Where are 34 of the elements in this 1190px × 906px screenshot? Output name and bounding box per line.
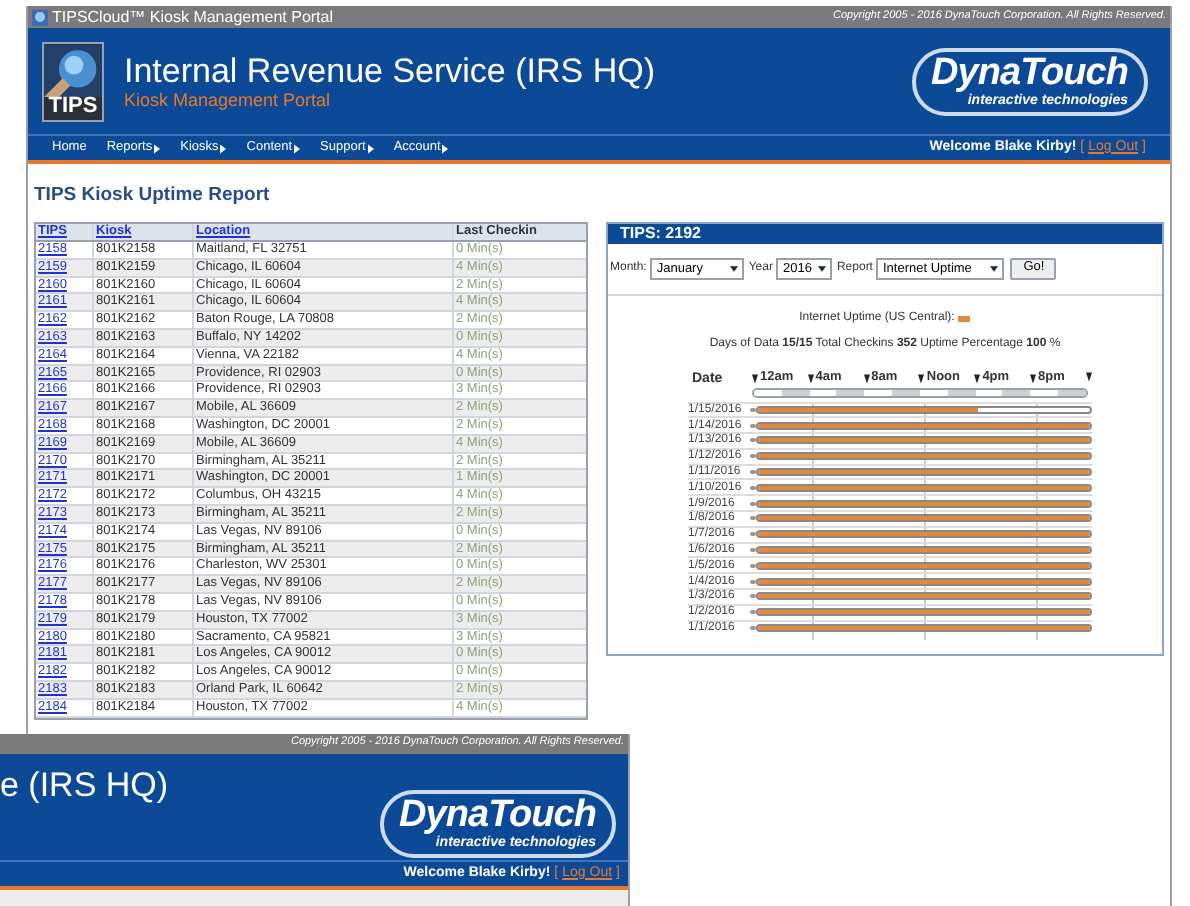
row-marker (750, 610, 756, 615)
tick-marker-icon (1085, 372, 1092, 382)
tick-marker-icon (807, 373, 814, 384)
row-marker (750, 407, 756, 412)
tick-marker-icon (863, 373, 870, 384)
row-marker (750, 470, 756, 475)
panel-title: TIPS: 2192 (608, 224, 1162, 244)
row-marker (750, 454, 756, 459)
row-marker (750, 563, 756, 568)
row-marker (750, 438, 756, 443)
tick-marker-icon (974, 373, 981, 384)
tick-marker-icon (752, 373, 758, 384)
legend-swatch (958, 316, 971, 322)
site-title: e (IRS HQ) (0, 766, 169, 804)
row-marker (750, 626, 756, 631)
site-title: Internal Revenue Service (IRS HQ) (124, 51, 657, 89)
row-marker (750, 579, 756, 584)
row-marker (750, 501, 756, 506)
site-subtitle: Kiosk Management Portal (124, 89, 333, 111)
row-marker (750, 594, 756, 599)
tick-marker-icon (1029, 373, 1036, 384)
row-marker (750, 423, 756, 428)
row-marker (750, 516, 756, 521)
caret-icon (990, 266, 999, 272)
row-marker (750, 532, 756, 537)
row-marker (750, 548, 756, 553)
page-title: TIPS Kiosk Uptime Report (34, 184, 272, 206)
logo-text: TIPS (48, 93, 98, 117)
tick-marker-icon (918, 373, 925, 384)
row-marker (750, 485, 756, 490)
caret-icon (730, 266, 739, 272)
caret-icon (818, 266, 827, 272)
app-icon (32, 9, 48, 25)
window-title: TIPSCloud™ Kiosk Management Portal (52, 9, 334, 25)
